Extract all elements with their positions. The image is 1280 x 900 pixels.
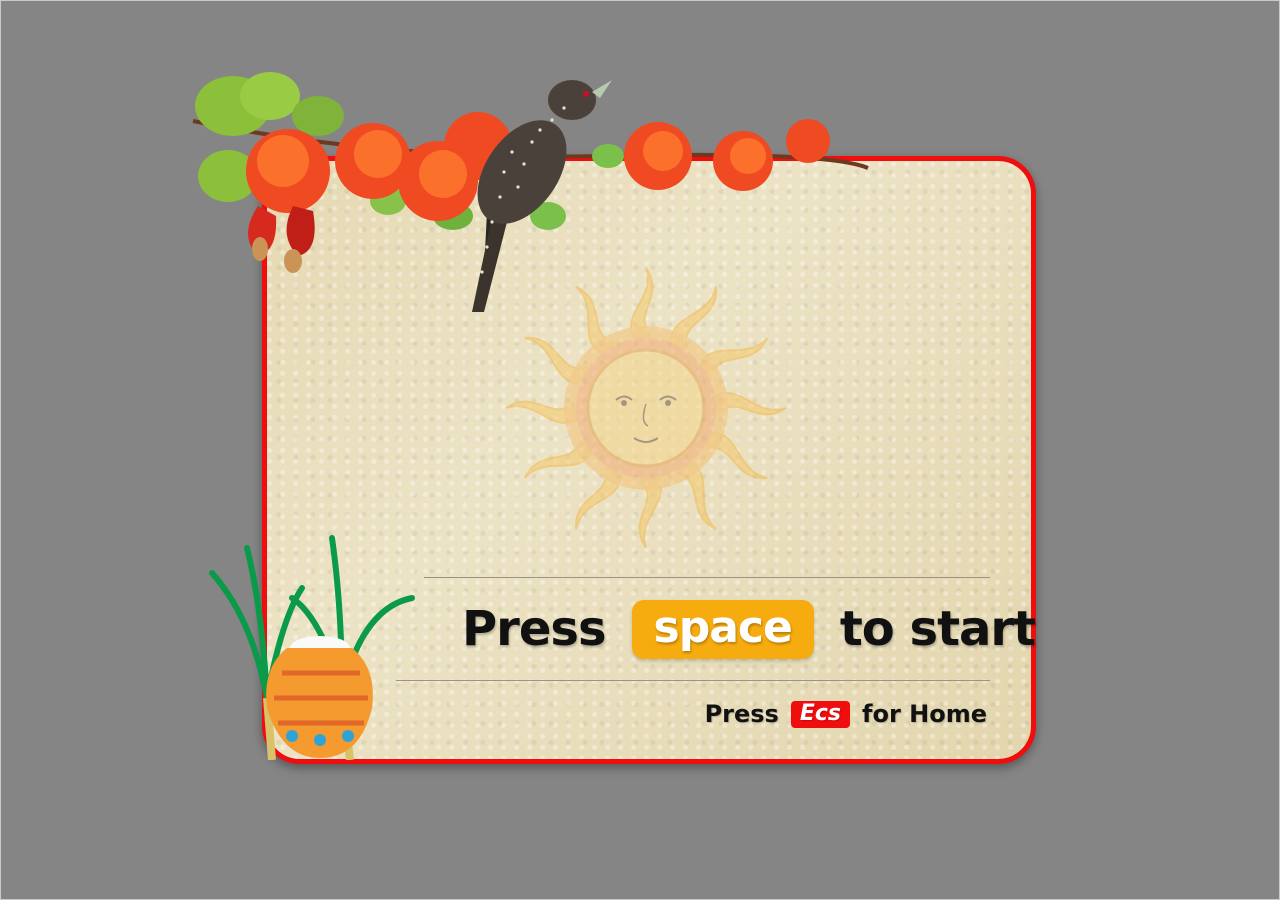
start-prompt: Press space to start (462, 596, 1036, 662)
divider-bottom (396, 680, 990, 681)
home-prompt-prefix: Press (704, 700, 779, 728)
home-prompt: Press Ecs for Home (705, 700, 987, 728)
space-key-badge[interactable]: space (631, 599, 814, 659)
divider-top (424, 577, 990, 578)
pongal-pot-with-sugarcane-icon (209, 535, 415, 760)
start-prompt-suffix: to start (839, 601, 1036, 657)
esc-key-badge[interactable]: Ecs (790, 700, 851, 728)
home-prompt-suffix: for Home (862, 700, 987, 728)
start-prompt-prefix: Press (462, 601, 607, 657)
koel-bird-icon (472, 80, 612, 312)
